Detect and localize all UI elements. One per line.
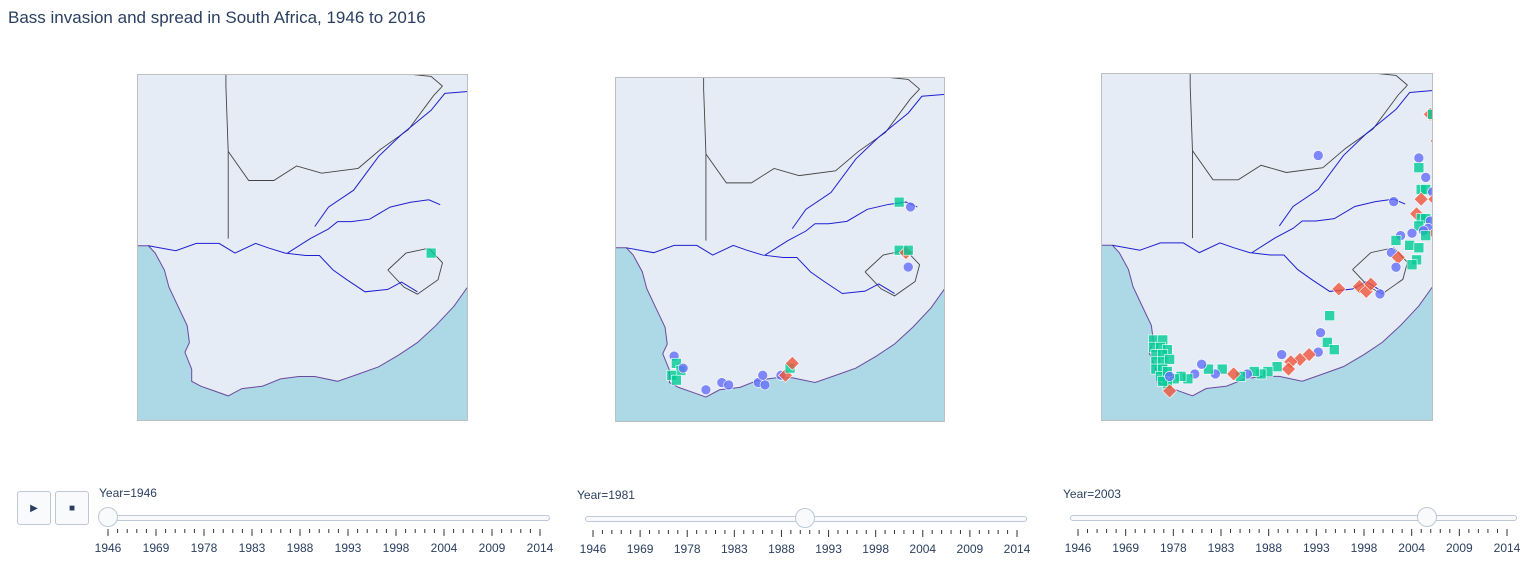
circle-marker[interactable]	[1312, 150, 1324, 161]
slider-tick-label: 1988	[1255, 541, 1283, 555]
square-marker[interactable]	[1271, 361, 1283, 372]
stop-icon: ■	[68, 502, 76, 514]
slider-ticks	[592, 530, 1018, 537]
slider-tick-label: 1978	[1159, 541, 1187, 555]
square-marker[interactable]	[1413, 162, 1425, 173]
slider-tick-label: 2004	[909, 542, 937, 556]
square-marker[interactable]	[1406, 259, 1418, 271]
slider-tick-label: 2014	[1493, 541, 1521, 555]
slider-tick-label: 1969	[1112, 541, 1140, 555]
map-panel-1946[interactable]	[137, 74, 468, 421]
circle-marker[interactable]	[905, 201, 916, 213]
slider-handle[interactable]	[795, 508, 815, 528]
circle-marker[interactable]	[1390, 261, 1402, 273]
slider-current-value-label: Year=2003	[1063, 487, 1121, 501]
circle-marker[interactable]	[1413, 152, 1425, 164]
slider-tick-label: 1978	[673, 542, 701, 556]
square-marker[interactable]	[902, 244, 914, 256]
map-panel-1981[interactable]	[615, 77, 945, 422]
circle-marker[interactable]	[1276, 349, 1287, 360]
slider-track[interactable]	[100, 515, 550, 521]
slider-tick-label: 1998	[1350, 541, 1378, 555]
square-marker[interactable]	[425, 247, 437, 259]
slider-tick-label: 2004	[1398, 541, 1426, 555]
circle-marker[interactable]	[902, 261, 914, 273]
chart-title: Bass invasion and spread in South Africa…	[8, 8, 426, 27]
slider-tick-label: 1983	[1207, 541, 1235, 555]
circle-marker[interactable]	[759, 379, 771, 391]
map-svg	[137, 74, 468, 421]
map-svg	[1101, 73, 1433, 421]
square-marker[interactable]	[671, 374, 682, 386]
slider-tick-label: 1993	[1302, 541, 1330, 555]
slider-tick-label: 1946	[1064, 541, 1092, 555]
square-marker[interactable]	[1413, 242, 1425, 254]
circle-marker[interactable]	[757, 370, 769, 381]
slider-current-value-label: Year=1981	[577, 488, 635, 502]
slider-tick-label: 1988	[286, 541, 314, 555]
slider-tick-label: 1988	[768, 542, 795, 556]
play-icon: ▶	[30, 502, 38, 514]
circle-marker[interactable]	[1406, 227, 1418, 239]
square-marker[interactable]	[1328, 344, 1340, 355]
slider-tick-label: 2009	[956, 542, 984, 556]
circle-marker[interactable]	[1164, 371, 1175, 382]
circle-marker[interactable]	[1420, 172, 1432, 183]
circle-marker[interactable]	[1196, 358, 1207, 370]
slider-tick-label: 2009	[478, 541, 506, 555]
slider-tick-label: 1969	[142, 541, 170, 555]
circle-marker[interactable]	[1388, 196, 1400, 207]
slider-ticks	[1077, 529, 1508, 536]
slider-tick-label: 1993	[334, 541, 362, 555]
slider-tick-label: 1993	[815, 542, 842, 556]
slider-handle[interactable]	[1417, 507, 1438, 527]
slider-ticks	[107, 529, 541, 536]
slider-tick-label: 1998	[862, 542, 890, 556]
circle-marker[interactable]	[1374, 288, 1386, 300]
map-svg	[615, 77, 945, 422]
circle-marker[interactable]	[677, 362, 689, 374]
circle-marker[interactable]	[723, 379, 734, 391]
slider-tick-label: 1983	[238, 541, 266, 555]
square-marker[interactable]	[1390, 235, 1402, 246]
circle-marker[interactable]	[1315, 327, 1326, 339]
slider-tick-label: 2004	[430, 541, 458, 555]
map-panel-2003[interactable]	[1101, 73, 1433, 421]
slider-tick-label: 1946	[94, 541, 122, 555]
slider-tick-label: 1983	[720, 542, 748, 556]
slider-handle[interactable]	[98, 507, 118, 527]
square-marker[interactable]	[1324, 310, 1335, 322]
slider-track[interactable]	[1070, 515, 1517, 521]
circle-marker[interactable]	[700, 384, 712, 396]
square-marker[interactable]	[1404, 240, 1416, 251]
play-button[interactable]: ▶	[17, 491, 51, 525]
slider-tick-label: 1978	[190, 541, 218, 555]
square-marker[interactable]	[1420, 230, 1432, 241]
slider-tick-label: 1946	[579, 542, 607, 556]
square-marker[interactable]	[1164, 354, 1175, 365]
slider-tick-label: 2014	[1003, 542, 1031, 556]
slider-current-value-label: Year=1946	[99, 486, 157, 500]
slider-tick-label: 2014	[526, 541, 554, 555]
slider-tick-label: 1998	[382, 541, 410, 555]
stop-button[interactable]: ■	[55, 491, 89, 525]
slider-tick-label: 2009	[1445, 541, 1473, 555]
slider-tick-label: 1969	[626, 542, 654, 556]
square-marker[interactable]	[893, 196, 905, 208]
